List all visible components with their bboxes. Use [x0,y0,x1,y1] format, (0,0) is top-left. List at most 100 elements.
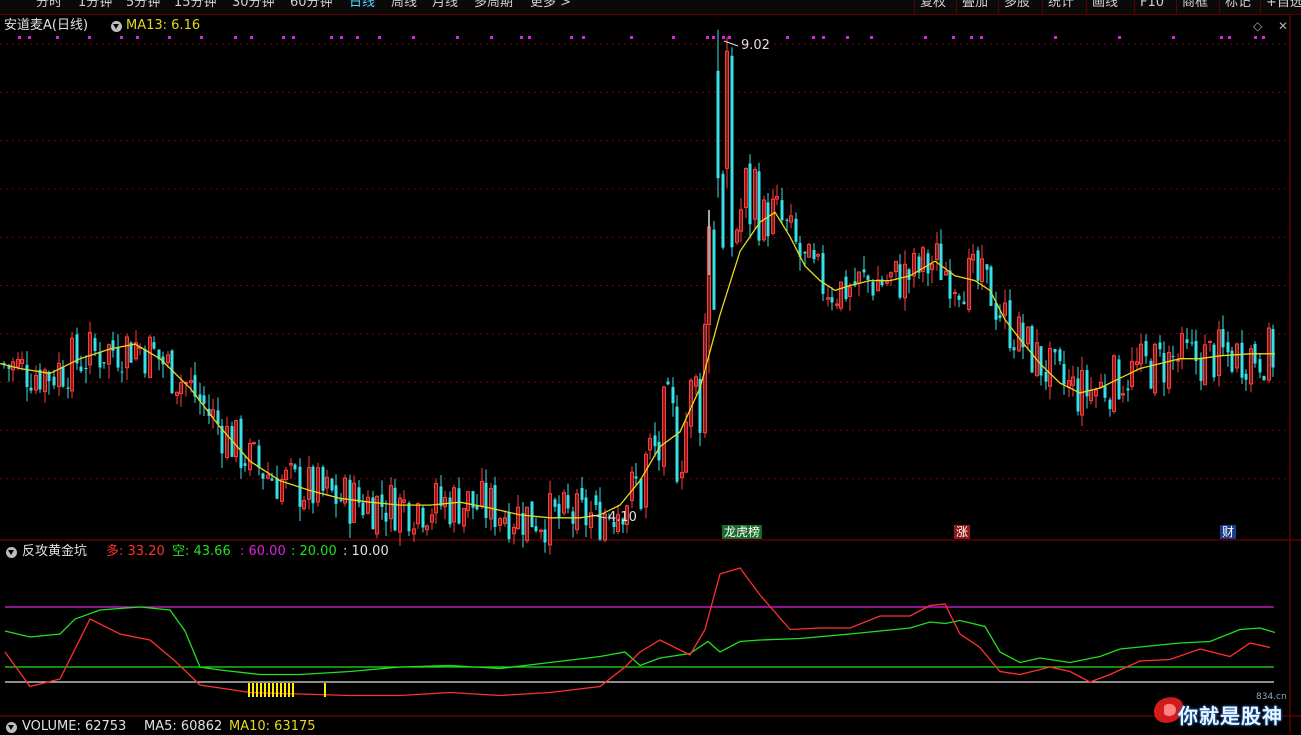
signal-marker [88,36,91,39]
candle-body [380,494,384,507]
volume-dropdown-icon[interactable] [6,722,17,733]
expand-icon[interactable]: ◇ [1253,18,1262,34]
candle-body [361,502,365,516]
watermark-logo: 你就是股神 834.cn [1150,690,1296,730]
settings-dropdown-icon[interactable] [111,21,122,32]
candle-body [152,342,156,349]
candle-body [939,243,943,280]
candle-body [493,485,497,527]
volume-readout: VOLUME: 62753 [22,719,127,734]
candlesticks [2,29,1275,555]
signal-marker [136,36,139,39]
ma13-readout: MA13: 6.16 [126,18,201,33]
candle-body [598,501,602,540]
candle-body [202,395,206,404]
signal-marker [822,36,825,39]
candle-body [98,352,102,368]
candle-body [66,387,70,389]
indicator-name[interactable]: 反攻黄金坑 [22,544,87,560]
candle-body [794,218,798,242]
indicator-level-high: : 60.00 [240,544,286,559]
candle-body [543,529,547,543]
candle-body [948,270,952,299]
signal-bar [248,683,250,697]
signal-marker [1228,36,1231,39]
candle-body [989,266,993,306]
candle-body [143,349,147,374]
candle-body [803,251,807,254]
signal-marker [1262,36,1265,39]
candle-body [243,463,247,466]
signal-marker [168,36,171,39]
candle-body [594,495,598,506]
signal-marker [672,36,675,39]
candle-body [393,487,397,531]
candle-body [1062,363,1066,385]
candle-body [84,367,88,370]
tag-dragon-tiger[interactable]: 龙虎榜 [722,525,763,539]
long-series-line [4,567,1271,697]
candle-body [311,466,315,504]
close-icon[interactable]: ✕ [1278,18,1288,34]
candle-body [93,338,97,351]
candle-body [257,445,261,468]
kline-chart[interactable] [0,0,1301,734]
candle-body [1162,352,1166,383]
candle-body [1144,341,1148,357]
signal-marker [28,36,31,39]
indicator-dropdown-icon[interactable] [6,547,17,558]
candle-body [1208,340,1212,343]
candle-body [1044,371,1048,382]
signal-marker [282,36,285,39]
candle-body [293,464,297,470]
signal-marker [786,36,789,39]
signal-marker [340,36,343,39]
candle-body [1126,388,1130,391]
signal-bar [264,683,266,697]
candle-body [821,253,825,294]
high-price-label: 9.02 [741,38,770,53]
tag-finance[interactable]: 财 [1220,525,1237,539]
candle-body [421,507,425,528]
signal-marker [952,36,955,39]
candle-body [748,163,752,225]
candle-body [1085,370,1089,397]
signal-marker [970,36,973,39]
candle-body [1171,356,1175,358]
candle-body [844,276,848,300]
signal-marker [870,36,873,39]
signal-bar [280,683,282,697]
candle-body [321,466,325,491]
candle-body [1190,342,1194,344]
candle-body [976,250,980,281]
candle-body [1199,357,1203,381]
candle-body [79,366,83,372]
candle-body [1185,339,1189,343]
signal-marker [712,36,715,39]
signal-marker [292,36,295,39]
candle-body [1258,359,1262,373]
candle-body [634,476,638,479]
candle-body [38,369,42,390]
signal-marker [490,36,493,39]
candle-body [270,478,274,481]
candle-body [61,366,65,387]
candle-body [1230,350,1234,372]
low-price-label: 4.10 [608,510,637,525]
candle-body [1262,376,1266,381]
signal-marker [1054,36,1057,39]
signal-marker [250,36,253,39]
candle-body [448,497,452,525]
signal-marker [1118,36,1121,39]
tag-limit-up[interactable]: 涨 [954,525,971,539]
signal-marker [378,36,381,39]
candle-body [1226,342,1230,353]
indicator-long: 多: 33.20 [106,544,165,559]
candle-body [666,381,670,385]
signal-marker [456,36,459,39]
signal-marker [706,36,709,39]
signal-marker [630,36,633,39]
signal-bar [268,683,270,697]
signal-bar [276,683,278,697]
candle-body [812,249,816,260]
